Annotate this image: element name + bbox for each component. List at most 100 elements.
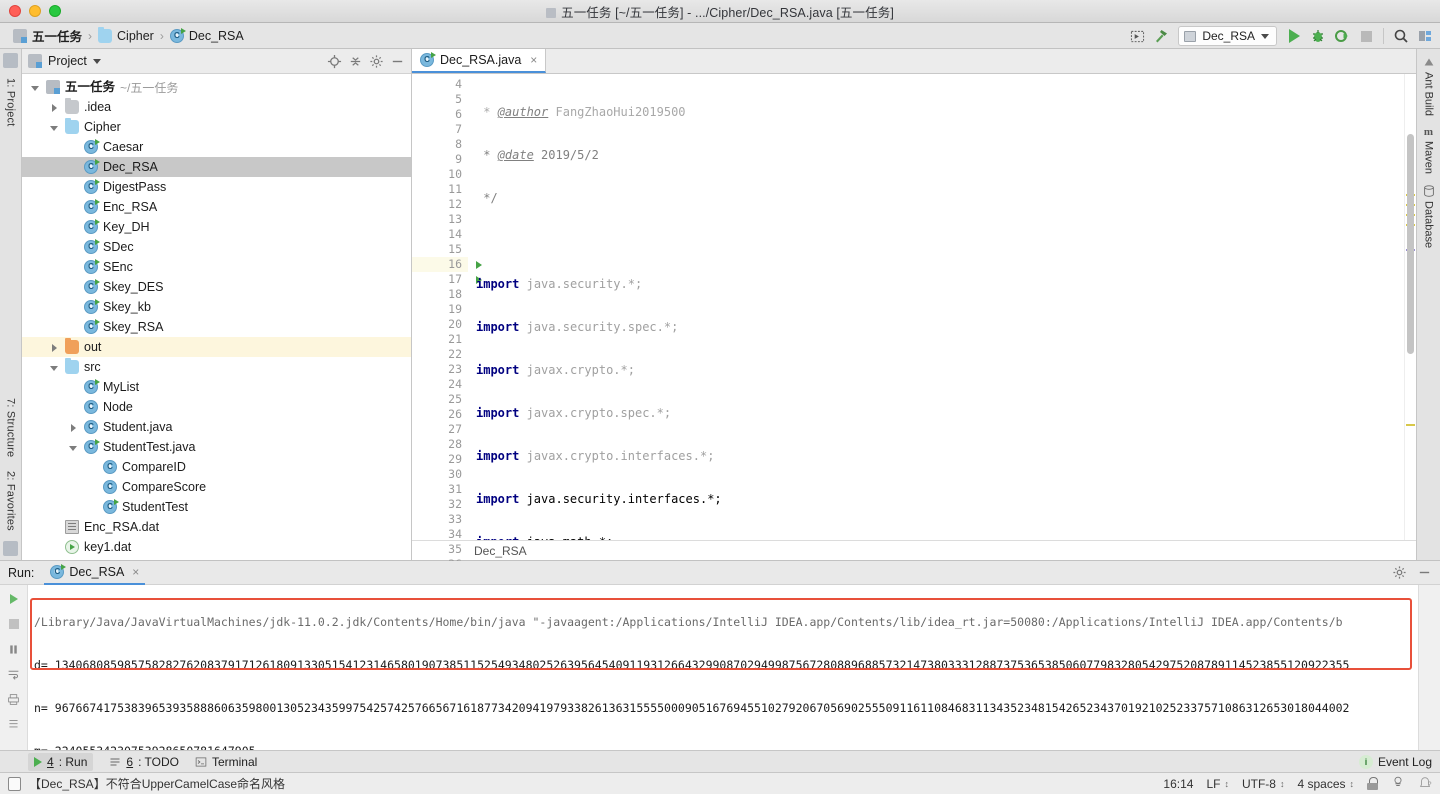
code-editor[interactable]: 4 5 6 7 8 9 10 11 12 13 14 15 16 17 18 19 20 21 22 23 24 25 26… bbox=[412, 74, 1416, 571]
status-document-icon[interactable] bbox=[8, 776, 21, 791]
tree-node-skey-rsa[interactable]: Skey_RSA bbox=[22, 317, 411, 337]
line-number[interactable]: 19 bbox=[412, 302, 468, 317]
line-number[interactable]: 15 bbox=[412, 242, 468, 257]
tree-node-dec-rsa[interactable]: Dec_RSA bbox=[22, 157, 411, 177]
line-number[interactable]: 25 bbox=[412, 392, 468, 407]
line-number[interactable]: 31 bbox=[412, 482, 468, 497]
tree-toggle-arrow-icon[interactable] bbox=[68, 442, 79, 453]
status-encoding[interactable]: UTF-8 ↕ bbox=[1242, 777, 1285, 791]
tree-toggle-arrow-icon[interactable] bbox=[68, 422, 79, 433]
search-everywhere-icon[interactable] bbox=[1390, 25, 1412, 47]
pause-icon[interactable] bbox=[6, 641, 22, 657]
line-number[interactable]: 27 bbox=[412, 422, 468, 437]
line-number[interactable]: 30 bbox=[412, 467, 468, 482]
tool-window-maven[interactable]: m Maven bbox=[1423, 126, 1435, 174]
favorites-star-icon[interactable] bbox=[3, 541, 18, 556]
tree-toggle-arrow-icon[interactable] bbox=[30, 82, 41, 93]
breadcrumb-item-project[interactable]: 五一任务 bbox=[10, 26, 85, 45]
line-number[interactable]: 33 bbox=[412, 512, 468, 527]
scroll-to-end-icon[interactable] bbox=[6, 716, 22, 732]
line-number[interactable]: 34 bbox=[412, 527, 468, 542]
stop-icon[interactable] bbox=[6, 616, 22, 632]
print-icon[interactable] bbox=[6, 691, 22, 707]
line-number[interactable]: 9 bbox=[412, 152, 468, 167]
settings-gear-icon[interactable] bbox=[369, 54, 384, 69]
tree-node-digestpass[interactable]: DigestPass bbox=[22, 177, 411, 197]
tool-window-database[interactable]: Database bbox=[1422, 184, 1436, 248]
tree-node-sdec[interactable]: SDec bbox=[22, 237, 411, 257]
close-icon[interactable]: × bbox=[527, 53, 537, 67]
line-number[interactable]: 8 bbox=[412, 137, 468, 152]
tree-node-key1-dat[interactable]: key1.dat bbox=[22, 537, 411, 557]
tree-node-compareid[interactable]: CompareID bbox=[22, 457, 411, 477]
status-line-separator[interactable]: LF ↕ bbox=[1206, 777, 1229, 791]
tool-window-structure[interactable]: 7: Structure bbox=[5, 394, 17, 461]
breadcrumb-item-cipher[interactable]: Cipher bbox=[95, 26, 157, 43]
rerun-icon[interactable] bbox=[6, 591, 22, 607]
editor-tab-dec-rsa[interactable]: Dec_RSA.java × bbox=[412, 48, 547, 73]
run-with-coverage-button[interactable] bbox=[1331, 25, 1353, 47]
breadcrumb-item-class[interactable]: Dec_RSA bbox=[167, 27, 247, 43]
editor-marker-bar[interactable] bbox=[1404, 74, 1416, 540]
hide-icon[interactable] bbox=[1417, 565, 1432, 580]
tree-node-senc[interactable]: SEnc bbox=[22, 257, 411, 277]
line-number[interactable]: 23 bbox=[412, 362, 468, 377]
chevron-down-icon[interactable] bbox=[92, 58, 101, 64]
run-configuration-selector[interactable]: Dec_RSA bbox=[1178, 26, 1277, 46]
hide-icon[interactable] bbox=[390, 54, 405, 69]
tool-window-ant-build[interactable]: Ant Build bbox=[1422, 55, 1436, 116]
line-number[interactable]: 17 bbox=[412, 272, 482, 287]
line-number[interactable]: 11 bbox=[412, 182, 468, 197]
line-number[interactable]: 10 bbox=[412, 167, 468, 182]
select-target-icon[interactable] bbox=[1126, 25, 1148, 47]
tree-node-skey-kb[interactable]: Skey_kb bbox=[22, 297, 411, 317]
tree-node-[interactable]: 五一任务 ~/五一任务 bbox=[22, 77, 411, 97]
run-tab-dec-rsa[interactable]: Dec_RSA × bbox=[44, 561, 146, 585]
bottom-tab-todo[interactable]: 6: TODO bbox=[109, 755, 179, 769]
tree-node-enc-rsa[interactable]: Enc_RSA bbox=[22, 197, 411, 217]
tree-node-cipher[interactable]: Cipher bbox=[22, 117, 411, 137]
tree-node-idea[interactable]: .idea bbox=[22, 97, 411, 117]
debug-button[interactable] bbox=[1307, 25, 1329, 47]
line-number[interactable]: 12 bbox=[412, 197, 468, 212]
bottom-tab-run[interactable]: 4: Run bbox=[28, 752, 94, 771]
tree-node-node[interactable]: Node bbox=[22, 397, 411, 417]
line-number[interactable]: 26 bbox=[412, 407, 468, 422]
tool-window-project[interactable]: 1: Project bbox=[5, 74, 17, 130]
tree-toggle-arrow-icon[interactable] bbox=[49, 362, 60, 373]
run-console-output[interactable]: /Library/Java/JavaVirtualMachines/jdk-11… bbox=[28, 585, 1418, 750]
lock-icon[interactable] bbox=[1367, 777, 1378, 790]
line-number[interactable]: 4 bbox=[412, 77, 468, 92]
line-number[interactable]: 14 bbox=[412, 227, 468, 242]
status-indent[interactable]: 4 spaces ↕ bbox=[1297, 777, 1354, 791]
tree-toggle-arrow-icon[interactable] bbox=[49, 102, 60, 113]
editor-scrollbar-thumb[interactable] bbox=[1407, 134, 1414, 354]
line-number[interactable]: 6 bbox=[412, 107, 468, 122]
project-tree[interactable]: 五一任务 ~/五一任务 .idea Cipher Caesar Dec_RSA Digest… bbox=[22, 74, 411, 560]
tree-node-skey-des[interactable]: Skey_DES bbox=[22, 277, 411, 297]
project-tool-icon[interactable] bbox=[3, 53, 18, 68]
locate-icon[interactable] bbox=[327, 54, 342, 69]
line-number[interactable]: 22 bbox=[412, 347, 468, 362]
tree-node-key-dh[interactable]: Key_DH bbox=[22, 217, 411, 237]
soft-wrap-icon[interactable] bbox=[6, 666, 22, 682]
build-hammer-icon[interactable] bbox=[1150, 25, 1172, 47]
tree-toggle-arrow-icon[interactable] bbox=[49, 342, 60, 353]
tree-node-student-java[interactable]: Student.java bbox=[22, 417, 411, 437]
line-number[interactable]: 21 bbox=[412, 332, 468, 347]
tree-node-studenttest-java[interactable]: StudentTest.java bbox=[22, 437, 411, 457]
inspection-icon[interactable] bbox=[1391, 775, 1405, 792]
line-number[interactable]: 28 bbox=[412, 437, 468, 452]
tree-node-src[interactable]: src bbox=[22, 357, 411, 377]
line-number[interactable]: 29 bbox=[412, 452, 468, 467]
tree-node-caesar[interactable]: Caesar bbox=[22, 137, 411, 157]
line-number[interactable]: 7 bbox=[412, 122, 468, 137]
bottom-tab-terminal[interactable]: Terminal bbox=[195, 755, 257, 769]
tree-node-comparescore[interactable]: CompareScore bbox=[22, 477, 411, 497]
close-icon[interactable]: × bbox=[129, 565, 139, 579]
tool-window-favorites[interactable]: 2: Favorites bbox=[5, 467, 17, 535]
run-button[interactable] bbox=[1283, 25, 1305, 47]
line-number[interactable]: 16 bbox=[412, 257, 482, 272]
tree-toggle-arrow-icon[interactable] bbox=[49, 122, 60, 133]
event-log-button[interactable]: i Event Log bbox=[1358, 754, 1432, 769]
